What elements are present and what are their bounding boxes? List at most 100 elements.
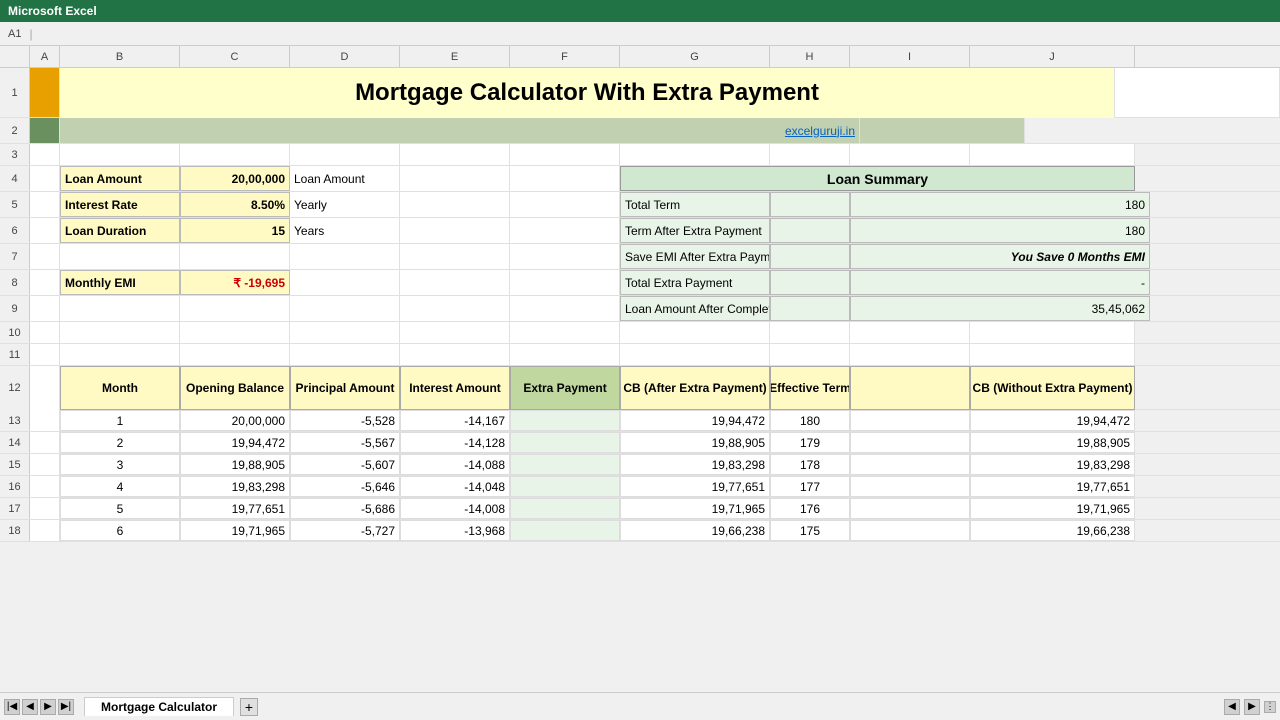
cell-save-emi-value: You Save 0 Months EMI	[850, 244, 1150, 269]
col-header-f: F	[510, 46, 620, 67]
row-1: 1 Mortgage Calculator With Extra Payment	[0, 68, 1280, 118]
cell-h6	[770, 218, 850, 243]
col-header-h: H	[770, 46, 850, 67]
cell-interest-2: -14,128	[400, 432, 510, 453]
row-num-4: 4	[0, 166, 30, 191]
cell-principal-5: -5,686	[290, 498, 400, 519]
cell-duration-label: Loan Duration	[60, 218, 180, 243]
cell-extra-6	[510, 520, 620, 541]
row-num-17: 17	[0, 498, 30, 519]
sheet-tab-mortgage[interactable]: Mortgage Calculator	[84, 697, 234, 716]
col-header-j: J	[970, 46, 1135, 67]
cell-principal-1: -5,528	[290, 410, 400, 431]
cell-f4	[510, 166, 620, 191]
cell-total-term-value: 180	[850, 192, 1150, 217]
cell-cb-after-5: 19,71,965	[620, 498, 770, 519]
cell-f8	[510, 270, 620, 295]
cell-i14	[850, 432, 970, 453]
cell-a12	[30, 366, 60, 410]
header-cb-after: CB (After Extra Payment)	[623, 381, 766, 395]
col-header-principal: Principal Amount	[290, 366, 400, 410]
cell-opening-2: 19,94,472	[180, 432, 290, 453]
tab-nav-area: |◀ ◀ ▶ ▶| Mortgage Calculator +	[4, 697, 258, 716]
row-num-10: 10	[0, 322, 30, 343]
cell-cb-after-2: 19,88,905	[620, 432, 770, 453]
tab-nav-last[interactable]: ▶|	[58, 699, 74, 715]
scroll-right-btn[interactable]: ▶	[1244, 699, 1260, 715]
cell-interest-value[interactable]: 8.50%	[180, 192, 290, 217]
save-emi-label: Save EMI After Extra Payment	[625, 250, 770, 264]
row-num-18: 18	[0, 520, 30, 541]
cell-b7	[60, 244, 180, 269]
row-num-13: 13	[0, 410, 30, 431]
cell-month-3: 3	[60, 454, 180, 475]
cell-e4	[400, 166, 510, 191]
cell-b10	[60, 322, 180, 343]
row-5: 5 Interest Rate 8.50% Yearly Total Term	[0, 192, 1280, 218]
cell-cb-after-3: 19,83,298	[620, 454, 770, 475]
cell-title: Mortgage Calculator With Extra Payment	[60, 68, 1115, 118]
cell-loan-amount-value[interactable]: 20,00,000	[180, 166, 290, 191]
cell-d7	[290, 244, 400, 269]
cell-f6	[510, 218, 620, 243]
cell-a16	[30, 476, 60, 497]
cell-a11	[30, 344, 60, 365]
row-num-3: 3	[0, 144, 30, 165]
sheet-tab-bar: |◀ ◀ ▶ ▶| Mortgage Calculator + ◀ ▶ ⋮	[0, 692, 1280, 720]
tab-nav-first[interactable]: |◀	[4, 699, 20, 715]
cell-interest-5: -14,008	[400, 498, 510, 519]
cell-d10	[290, 322, 400, 343]
cell-a13	[30, 410, 60, 431]
sheet-tab-label: Mortgage Calculator	[101, 700, 217, 714]
cell-a3	[30, 144, 60, 165]
cell-b3	[60, 144, 180, 165]
cell-cb-after-4: 19,77,651	[620, 476, 770, 497]
website-link[interactable]: excelguruji.in	[785, 124, 855, 138]
cell-extra-2	[510, 432, 620, 453]
row-3: 3	[0, 144, 1280, 166]
cell-a4	[30, 166, 60, 191]
cell-extra-4	[510, 476, 620, 497]
loan-summary-title: Loan Summary	[827, 171, 928, 187]
cell-i11	[850, 344, 970, 365]
tab-nav-prev[interactable]: ◀	[22, 699, 38, 715]
cell-i17	[850, 498, 970, 519]
cell-opening-1: 20,00,000	[180, 410, 290, 431]
sheet-options-btn[interactable]: ⋮	[1264, 701, 1276, 713]
col-header-i: I	[850, 46, 970, 67]
cell-d3	[290, 144, 400, 165]
add-sheet-button[interactable]: +	[240, 698, 258, 716]
row-num-8: 8	[0, 270, 30, 295]
cell-opening-4: 19,83,298	[180, 476, 290, 497]
cell-loan-completion-value: 35,45,062	[850, 296, 1150, 321]
tab-nav-next[interactable]: ▶	[40, 699, 56, 715]
row-11: 11	[0, 344, 1280, 366]
tab-bar-right: ◀ ▶ ⋮	[1224, 699, 1276, 715]
cell-a1	[30, 68, 60, 117]
col-header-d: D	[290, 46, 400, 67]
row-2: 2 excelguruji.in	[0, 118, 1280, 144]
cell-duration-value[interactable]: 15	[180, 218, 290, 243]
cell-j10	[970, 322, 1135, 343]
cell-b11	[60, 344, 180, 365]
cell-d8	[290, 270, 400, 295]
cell-cb-without-6: 19,66,238	[970, 520, 1135, 541]
scroll-left-btn[interactable]: ◀	[1224, 699, 1240, 715]
cell-loan-completion-label: Loan Amount After Completion	[620, 296, 770, 321]
cell-i10	[850, 322, 970, 343]
cell-e9	[400, 296, 510, 321]
cell-total-term-label: Total Term	[620, 192, 770, 217]
col-header-extra: Extra Payment	[510, 366, 620, 410]
cell-d4: Loan Amount	[290, 166, 400, 191]
interest-rate-label: Interest Rate	[65, 198, 138, 212]
cell-e7	[400, 244, 510, 269]
term-extra-value: 180	[1125, 224, 1145, 238]
loan-amount-value: 20,00,000	[232, 172, 285, 186]
cell-interest-label: Interest Rate	[60, 192, 180, 217]
cell-cb-without-5: 19,71,965	[970, 498, 1135, 519]
cell-extra-5	[510, 498, 620, 519]
loan-completion-label: Loan Amount After Completion	[625, 302, 770, 316]
cell-f10	[510, 322, 620, 343]
cell-h9	[770, 296, 850, 321]
interest-rate-value: 8.50%	[251, 198, 285, 212]
